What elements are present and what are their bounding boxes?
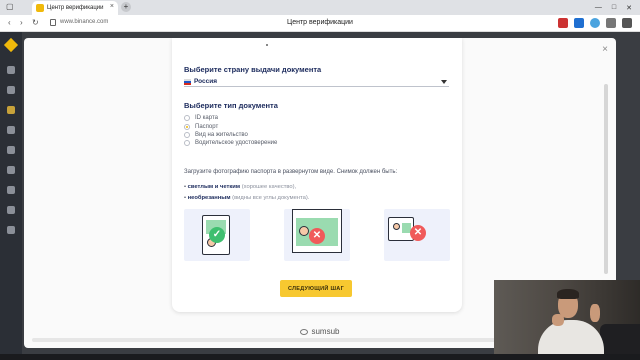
example-wrong-photo: ✕ xyxy=(384,209,450,261)
modal-close-icon[interactable]: × xyxy=(602,44,608,55)
doc-type-section-title: Выберите тип документа xyxy=(184,101,278,110)
upload-description: Загрузите фотографию паспорта в разверну… xyxy=(184,169,398,175)
example-correct-photo: ✓ xyxy=(184,209,250,261)
extension-icon[interactable] xyxy=(558,18,568,28)
requirement-strong: необрезанным xyxy=(187,195,231,201)
browser-tab-bar: ▢ Центр верификации × + — □ ✕ xyxy=(0,0,640,15)
radio-option-passport[interactable]: Паспорт xyxy=(184,123,218,131)
browser-tab[interactable]: Центр верификации × xyxy=(32,1,118,15)
tab-close-icon[interactable]: × xyxy=(110,3,114,10)
radio-label: ID карта xyxy=(195,115,218,121)
check-icon: ✓ xyxy=(209,227,225,243)
vertical-scrollbar[interactable] xyxy=(604,84,608,274)
radio-option-residence-permit[interactable]: Вид на жительство xyxy=(184,131,248,139)
country-select-value: Россия xyxy=(194,78,218,85)
radio-label: Паспорт xyxy=(195,124,219,130)
cross-icon: ✕ xyxy=(309,228,325,244)
sumsub-brand: sumsub xyxy=(311,327,340,336)
requirement-bullet: • необрезанным (видны все углы документа… xyxy=(184,195,310,201)
extension-icon[interactable] xyxy=(590,18,600,28)
radio-option-id-card[interactable]: ID карта xyxy=(184,114,218,122)
minimize-icon[interactable]: — xyxy=(595,4,602,11)
radio-label: Вид на жительство xyxy=(195,132,248,138)
binance-favicon-icon xyxy=(36,4,44,12)
webcam-overlay xyxy=(494,280,640,360)
extension-icons xyxy=(558,18,632,28)
page-title: Центр верификации xyxy=(287,19,353,26)
radio-option-drivers-license[interactable]: Водительское удостоверение xyxy=(184,139,277,147)
radio-button[interactable] xyxy=(184,140,190,146)
chevron-down-icon xyxy=(441,80,447,84)
window-close-icon[interactable]: ✕ xyxy=(626,4,632,12)
download-icon[interactable] xyxy=(622,18,632,28)
maximize-icon[interactable]: □ xyxy=(612,4,616,11)
reward-icon[interactable] xyxy=(7,206,15,214)
radio-button-selected[interactable] xyxy=(184,124,190,130)
country-select[interactable]: Россия xyxy=(184,77,449,87)
divider xyxy=(266,44,268,46)
bookmark-icon[interactable] xyxy=(606,18,616,28)
referral-icon[interactable] xyxy=(7,166,15,174)
country-section-title: Выберите страну выдачи документа xyxy=(184,65,322,74)
verification-icon[interactable] xyxy=(7,126,15,134)
screen: ▢ Центр верификации × + — □ ✕ ‹ › ↻ www.… xyxy=(0,0,640,360)
requirement-strong: светлым и четким xyxy=(187,184,241,190)
profile-icon[interactable] xyxy=(7,86,15,94)
extension-icon[interactable] xyxy=(574,18,584,28)
tab-title: Центр верификации xyxy=(47,5,104,11)
site-sidebar xyxy=(0,32,22,360)
sumsub-form-card: Выберите страну выдачи документа Россия … xyxy=(172,38,462,312)
taskbar xyxy=(0,354,640,360)
requirement-note: (хорошее качество), xyxy=(241,184,297,190)
binance-logo-icon[interactable] xyxy=(3,37,19,53)
requirement-note: (видны все углы документа). xyxy=(232,195,310,201)
browser-menu-icon[interactable]: ▢ xyxy=(6,2,14,11)
requirement-bullet: • светлым и четким (хорошее качество), xyxy=(184,184,297,190)
next-step-button[interactable]: СЛЕДУЮЩИЙ ШАГ xyxy=(280,280,352,297)
russia-flag-icon xyxy=(184,79,191,85)
example-cropped-photo: ✕ xyxy=(284,209,350,261)
radio-label: Водительское удостоверение xyxy=(195,140,278,146)
new-tab-button[interactable]: + xyxy=(121,2,131,12)
security-icon[interactable] xyxy=(7,106,15,114)
api-icon[interactable] xyxy=(7,186,15,194)
user-icon[interactable] xyxy=(7,66,15,74)
cross-icon: ✕ xyxy=(410,225,426,241)
radio-button[interactable] xyxy=(184,115,190,121)
payment-icon[interactable] xyxy=(7,146,15,154)
address-bar: ‹ › ↻ www.binance.com Центр верификации xyxy=(0,15,640,32)
window-controls: — □ ✕ xyxy=(595,0,640,15)
radio-button[interactable] xyxy=(184,132,190,138)
settings-icon[interactable] xyxy=(7,226,15,234)
sumsub-logo-icon xyxy=(300,328,309,335)
